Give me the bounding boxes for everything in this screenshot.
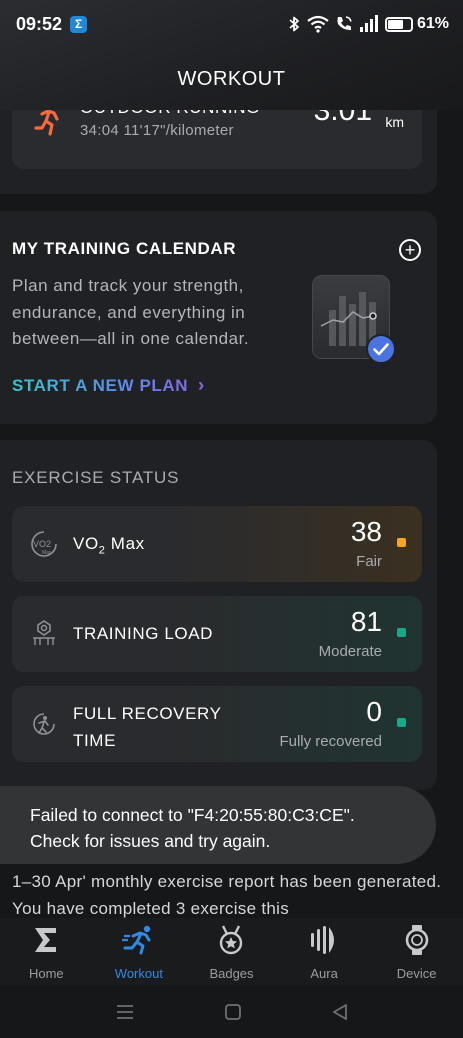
- exercise-status-heading: EXERCISE STATUS: [12, 468, 180, 487]
- checkmark-badge-icon: [366, 334, 396, 364]
- toast-line-1: Failed to connect to "F4:20:55:80:C3:CE"…: [30, 805, 355, 825]
- calendar-title: MY TRAINING CALENDAR: [12, 239, 237, 258]
- vo2-max-icon: VO2 Max: [31, 531, 57, 557]
- tab-aura-label: Aura: [310, 966, 338, 981]
- vo2-max-label: VO2 Max: [73, 534, 145, 556]
- sigma-icon: [35, 928, 57, 952]
- training-load-value: 81: [350, 606, 382, 637]
- tab-home-label: Home: [28, 966, 64, 981]
- bluetooth-icon: [289, 16, 299, 32]
- wifi-icon: [307, 15, 329, 33]
- start-new-plan-link[interactable]: START A NEW PLAN ›: [12, 375, 205, 396]
- training-load-status-dot: [397, 628, 406, 637]
- full-recovery-status: Fully recovered: [279, 733, 382, 750]
- workout-distance: 3.01: [313, 110, 372, 127]
- vo2-label-rest: Max: [105, 534, 145, 553]
- training-load-row[interactable]: TRAINING LOAD 81 Moderate: [12, 596, 422, 672]
- vo2-max-value: 38: [350, 516, 382, 547]
- runner-icon: [121, 925, 151, 955]
- vo2-max-status-dot: [397, 538, 406, 547]
- battery-percent: 61%: [416, 15, 449, 32]
- battery-indicator: 61%: [384, 15, 449, 33]
- toast-line-2: Check for issues and try again.: [30, 831, 271, 851]
- app-notification-icon: Σ: [70, 15, 88, 33]
- svg-text:Max: Max: [42, 550, 52, 556]
- add-plan-icon[interactable]: +: [399, 239, 421, 261]
- status-time: 09:52: [16, 13, 63, 34]
- wifi-calling-icon: [337, 16, 352, 31]
- vo2-max-rating: Fair: [356, 553, 382, 570]
- full-recovery-row[interactable]: FULL RECOVERY TIME 0 Fully recovered: [12, 686, 422, 762]
- vo2-label-main: VO: [73, 534, 99, 553]
- svg-text:VO2: VO2: [33, 539, 51, 549]
- tab-aura[interactable]: Aura: [278, 918, 371, 985]
- bottom-tab-bar: Home Workout Badges Aura Device: [0, 918, 463, 985]
- start-new-plan-label: START A NEW PLAN: [12, 375, 189, 395]
- recent-workout-row[interactable]: OUTDOOR RUNNING 34:04 11'17"/kilometer 3…: [12, 110, 422, 169]
- recent-apps-icon[interactable]: [115, 1003, 135, 1021]
- runner-icon: [34, 110, 59, 136]
- watch-icon: [405, 925, 428, 955]
- recovery-icon: [33, 713, 55, 735]
- vo2-max-row[interactable]: VO2 Max VO2 Max 38 Fair: [12, 506, 422, 582]
- training-load-label: TRAINING LOAD: [73, 624, 214, 643]
- full-recovery-value: 0: [366, 696, 382, 727]
- tab-badges[interactable]: Badges: [185, 918, 278, 985]
- tab-badges-label: Badges: [209, 966, 254, 981]
- home-nav-icon[interactable]: [224, 1003, 242, 1021]
- system-nav-bar: [0, 985, 463, 1038]
- aura-icon: [311, 926, 335, 954]
- status-icons: 61%: [287, 15, 449, 33]
- tab-device[interactable]: Device: [370, 918, 463, 985]
- calendar-description: Plan and track your strength, endurance,…: [12, 276, 250, 348]
- medal-icon: [220, 925, 243, 955]
- scroll-content[interactable]: OUTDOOR RUNNING 34:04 11'17"/kilometer 3…: [0, 110, 463, 918]
- chevron-right-icon: ›: [198, 375, 205, 395]
- training-load-icon: [33, 620, 55, 645]
- back-nav-icon[interactable]: [331, 1003, 349, 1021]
- workout-meta: 34:04 11'17"/kilometer: [80, 122, 234, 139]
- training-load-rating: Moderate: [318, 643, 382, 660]
- tab-workout-label: Workout: [114, 966, 163, 981]
- tab-home[interactable]: Home: [0, 918, 93, 985]
- add-symbol: +: [404, 240, 416, 260]
- monthly-report-text[interactable]: 1–30 Apr' monthly exercise report has be…: [12, 868, 452, 918]
- workout-distance-unit: km: [385, 114, 404, 130]
- training-calendar-card: MY TRAINING CALENDAR + Plan and track yo…: [0, 211, 437, 424]
- tab-workout[interactable]: Workout: [93, 918, 186, 985]
- tab-device-label: Device: [396, 966, 437, 981]
- status-bar: 09:52 Σ 61%: [0, 0, 463, 48]
- battery-icon: [384, 16, 413, 32]
- page-title: WORKOUT: [177, 68, 286, 90]
- exercise-status-card: EXERCISE STATUS VO2 Max VO2 Max 38 Fair …: [0, 440, 437, 790]
- full-recovery-label: FULL RECOVERY TIME: [73, 704, 222, 750]
- connection-error-toast: Failed to connect to "F4:20:55:80:C3:CE"…: [0, 786, 436, 864]
- workout-title: OUTDOOR RUNNING: [80, 110, 260, 118]
- signal-icon: [359, 15, 378, 32]
- full-recovery-status-dot: [397, 718, 406, 727]
